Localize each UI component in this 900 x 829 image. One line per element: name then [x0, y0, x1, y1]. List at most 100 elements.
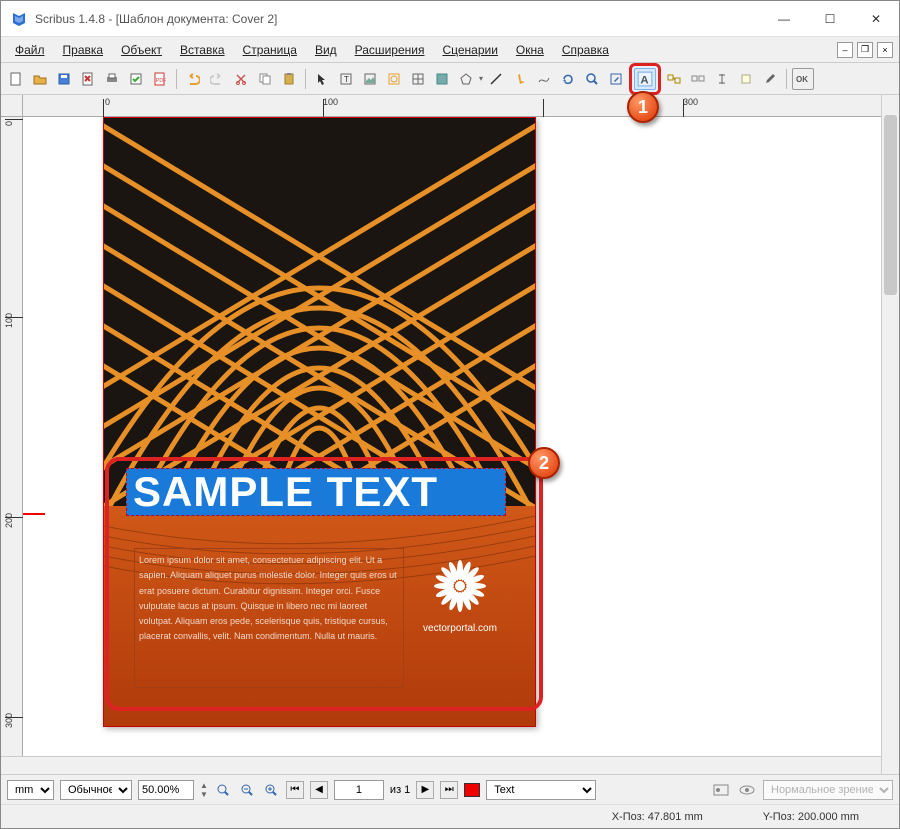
- image-frame-tool[interactable]: [359, 68, 381, 90]
- ruler-h-0: 0: [105, 97, 110, 107]
- zoom-default-button[interactable]: [214, 781, 232, 799]
- line-tool[interactable]: [485, 68, 507, 90]
- page-number-input[interactable]: [334, 780, 384, 800]
- app-icon: [11, 11, 27, 27]
- layer-color-swatch[interactable]: [464, 783, 480, 797]
- ruler-v-200: 200: [4, 513, 14, 528]
- edit-contents-tool[interactable]: [605, 68, 627, 90]
- ok-button[interactable]: OK: [792, 68, 814, 90]
- save-button[interactable]: [53, 68, 75, 90]
- ruler-h-100: 100: [323, 97, 338, 107]
- undo-button[interactable]: [182, 68, 204, 90]
- mdi-buttons: – ❐ ×: [837, 42, 893, 58]
- quality-select[interactable]: Обычное: [60, 780, 132, 800]
- menu-extensions[interactable]: Расширения: [347, 41, 433, 59]
- zoom-in-button[interactable]: [262, 781, 280, 799]
- lorem-text-frame[interactable]: Lorem ipsum dolor sit amet, consectetuer…: [134, 548, 404, 688]
- logo-block: vectorportal.com: [415, 558, 505, 634]
- vertical-ruler[interactable]: 0 100 200 300: [1, 117, 23, 756]
- shape-tool[interactable]: [431, 68, 453, 90]
- guide-marker: [23, 513, 45, 515]
- first-page-button[interactable]: ⏮: [286, 781, 304, 799]
- vision-select[interactable]: Нормальное зрение: [763, 780, 893, 800]
- horizontal-ruler[interactable]: 0 100 300: [23, 95, 881, 117]
- polygon-tool[interactable]: [455, 68, 477, 90]
- unit-select[interactable]: mm: [7, 780, 54, 800]
- menu-insert[interactable]: Вставка: [172, 41, 233, 59]
- canvas[interactable]: SAMPLE TEXT Lorem ipsum dolor sit amet, …: [23, 117, 881, 756]
- mdi-close[interactable]: ×: [877, 42, 893, 58]
- callout-1: 1: [627, 91, 659, 123]
- table-tool[interactable]: [407, 68, 429, 90]
- svg-text:T: T: [344, 75, 349, 84]
- coordinates-bar: Х-Поз: 47.801 mm Y-Поз: 200.000 mm: [1, 804, 899, 828]
- preview-icon[interactable]: [737, 782, 757, 798]
- callout-2: 2: [528, 447, 560, 479]
- menu-help[interactable]: Справка: [554, 41, 617, 59]
- mdi-minimize[interactable]: –: [837, 42, 853, 58]
- minimize-button[interactable]: —: [761, 1, 807, 36]
- close-doc-button[interactable]: [77, 68, 99, 90]
- scrollbar-thumb[interactable]: [884, 115, 897, 295]
- close-button[interactable]: ✕: [853, 1, 899, 36]
- rotate-tool[interactable]: [557, 68, 579, 90]
- menu-page[interactable]: Страница: [235, 41, 305, 59]
- menu-object[interactable]: Объект: [113, 41, 170, 59]
- print-button[interactable]: [101, 68, 123, 90]
- ruler-h-300: 300: [683, 97, 698, 107]
- prev-page-button[interactable]: ◀: [310, 781, 328, 799]
- cms-icon[interactable]: [711, 782, 731, 798]
- layer-select[interactable]: Text: [486, 780, 596, 800]
- zoom-out-button[interactable]: [238, 781, 256, 799]
- edit-text-tool-highlight: A: [629, 63, 661, 95]
- menu-file[interactable]: Файл: [7, 41, 53, 59]
- workspace: 0 100 300 0 100 200 300: [1, 95, 899, 774]
- edit-text-tool[interactable]: A: [634, 68, 656, 90]
- last-page-button[interactable]: ⏭: [440, 781, 458, 799]
- bezier-tool[interactable]: [509, 68, 531, 90]
- menubar: Файл Правка Объект Вставка Страница Вид …: [1, 37, 899, 63]
- svg-text:PDF: PDF: [156, 78, 166, 84]
- freehand-tool[interactable]: [533, 68, 555, 90]
- window-title: Scribus 1.4.8 - [Шаблон документа: Cover…: [35, 12, 761, 26]
- horizontal-scrollbar[interactable]: [1, 756, 881, 774]
- eyedropper-tool[interactable]: [759, 68, 781, 90]
- menu-view[interactable]: Вид: [307, 41, 345, 59]
- redo-button[interactable]: [206, 68, 228, 90]
- export-pdf-button[interactable]: PDF: [149, 68, 171, 90]
- link-frames-tool[interactable]: [663, 68, 685, 90]
- titlebar: Scribus 1.4.8 - [Шаблон документа: Cover…: [1, 1, 899, 37]
- svg-text:OK: OK: [796, 75, 808, 84]
- logo-text: vectorportal.com: [415, 623, 505, 634]
- text-frame-tool[interactable]: T: [335, 68, 357, 90]
- measure-tool[interactable]: [711, 68, 733, 90]
- sample-title-frame[interactable]: SAMPLE TEXT: [126, 468, 506, 516]
- ruler-v-300: 300: [4, 713, 14, 728]
- unlink-frames-tool[interactable]: [687, 68, 709, 90]
- copy-button[interactable]: [254, 68, 276, 90]
- toolbar: PDF T ▾ A OK 1: [1, 63, 899, 95]
- mdi-restore[interactable]: ❐: [857, 42, 873, 58]
- cut-button[interactable]: [230, 68, 252, 90]
- paste-button[interactable]: [278, 68, 300, 90]
- menu-windows[interactable]: Окна: [508, 41, 552, 59]
- x-position: Х-Поз: 47.801 mm: [612, 811, 703, 823]
- maximize-button[interactable]: ☐: [807, 1, 853, 36]
- select-tool[interactable]: [311, 68, 333, 90]
- ruler-v-0: 0: [4, 121, 14, 126]
- document-page[interactable]: SAMPLE TEXT Lorem ipsum dolor sit amet, …: [103, 117, 536, 727]
- zoom-input[interactable]: [138, 780, 194, 800]
- new-doc-button[interactable]: [5, 68, 27, 90]
- y-position: Y-Поз: 200.000 mm: [763, 811, 859, 823]
- menu-edit[interactable]: Правка: [55, 41, 112, 59]
- zoom-spinner[interactable]: ▲▼: [200, 781, 208, 799]
- open-button[interactable]: [29, 68, 51, 90]
- zoom-tool[interactable]: [581, 68, 603, 90]
- render-frame-tool[interactable]: [383, 68, 405, 90]
- menu-scenarios[interactable]: Сценарии: [434, 41, 505, 59]
- vertical-scrollbar[interactable]: [881, 95, 899, 774]
- statusbar: mm Обычное ▲▼ ⏮ ◀ из 1 ▶ ⏭ Text Нормальн…: [1, 774, 899, 804]
- preflight-button[interactable]: [125, 68, 147, 90]
- next-page-button[interactable]: ▶: [416, 781, 434, 799]
- copy-props-tool[interactable]: [735, 68, 757, 90]
